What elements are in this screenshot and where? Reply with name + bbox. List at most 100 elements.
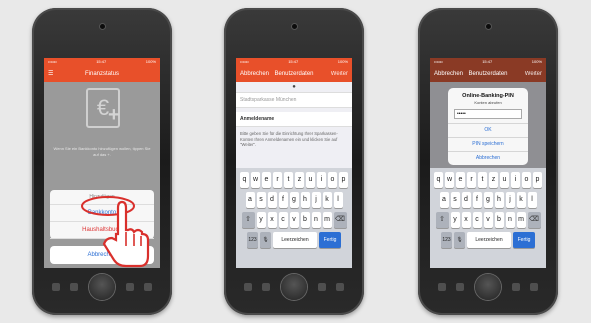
search-nav-icon[interactable]	[512, 283, 520, 291]
key[interactable]: u	[306, 172, 315, 188]
key[interactable]: b	[300, 212, 310, 228]
key[interactable]: m	[322, 212, 332, 228]
back-nav-icon[interactable]	[456, 283, 464, 291]
key[interactable]: p	[533, 172, 542, 188]
abbrechen-button[interactable]: Abbrechen	[434, 66, 463, 82]
key[interactable]: i	[511, 172, 520, 188]
weiter-button[interactable]: Weiter	[525, 66, 542, 82]
key[interactable]: h	[494, 192, 504, 208]
home-button[interactable]	[89, 274, 115, 300]
key[interactable]: e	[456, 172, 465, 188]
key[interactable]: g	[483, 192, 493, 208]
key[interactable]: f	[472, 192, 482, 208]
save-pin-button[interactable]: PIN speichern	[448, 137, 528, 151]
key[interactable]: b	[494, 212, 504, 228]
key[interactable]: a	[245, 192, 255, 208]
done-key[interactable]: Fertig	[319, 232, 341, 248]
key[interactable]: r	[273, 172, 282, 188]
space-key[interactable]: Leerzeichen	[273, 232, 317, 248]
key[interactable]: m	[516, 212, 526, 228]
backspace-key[interactable]: ⌫	[527, 212, 541, 228]
key[interactable]: y	[256, 212, 266, 228]
key[interactable]: e	[262, 172, 271, 188]
home-nav-icon[interactable]	[52, 283, 60, 291]
key[interactable]: v	[289, 212, 299, 228]
nav-bar: Abbrechen Benutzerdaten Weiter	[430, 66, 546, 82]
key[interactable]: x	[267, 212, 277, 228]
key[interactable]: s	[256, 192, 266, 208]
status-bar: •••oo 15:47 100%	[44, 58, 160, 66]
key[interactable]: l	[333, 192, 343, 208]
home-button[interactable]	[281, 274, 307, 300]
speaker	[291, 24, 297, 29]
key[interactable]: g	[289, 192, 299, 208]
key[interactable]: j	[311, 192, 321, 208]
key[interactable]: t	[478, 172, 487, 188]
shift-key[interactable]: ⇧	[241, 212, 255, 228]
key[interactable]: t	[284, 172, 293, 188]
keyboard-row-4: 123 🎙 Leerzeichen Fertig	[430, 232, 546, 248]
key[interactable]: k	[516, 192, 526, 208]
phone-bottom	[224, 274, 364, 308]
carrier: •••oo	[48, 59, 57, 64]
key[interactable]: x	[461, 212, 471, 228]
key[interactable]: s	[450, 192, 460, 208]
key[interactable]: z	[489, 172, 498, 188]
key[interactable]: n	[505, 212, 515, 228]
key[interactable]: l	[527, 192, 537, 208]
back-nav-icon[interactable]	[262, 283, 270, 291]
key[interactable]: z	[295, 172, 304, 188]
plus-icon[interactable]: +	[108, 104, 120, 127]
key[interactable]: r	[467, 172, 476, 188]
key[interactable]: f	[278, 192, 288, 208]
key[interactable]: k	[322, 192, 332, 208]
key[interactable]: c	[472, 212, 482, 228]
menu-icon[interactable]: ☰	[48, 66, 53, 82]
numbers-key[interactable]: 123	[441, 232, 452, 248]
search-nav-icon[interactable]	[318, 283, 326, 291]
help-text: Bitte geben Sie für die Einrichtung Ihre…	[240, 131, 338, 147]
key[interactable]: d	[461, 192, 471, 208]
login-name-field[interactable]: Anmeldename	[236, 112, 352, 127]
key[interactable]: j	[505, 192, 515, 208]
key[interactable]: o	[522, 172, 531, 188]
key[interactable]: d	[267, 192, 277, 208]
menu-nav-icon[interactable]	[144, 283, 152, 291]
home-nav-icon[interactable]	[438, 283, 446, 291]
search-nav-icon[interactable]	[126, 283, 134, 291]
key[interactable]: p	[339, 172, 348, 188]
key[interactable]: q	[434, 172, 443, 188]
key[interactable]: a	[439, 192, 449, 208]
done-key[interactable]: Fertig	[513, 232, 535, 248]
key[interactable]: v	[483, 212, 493, 228]
mic-icon[interactable]: 🎙	[260, 232, 271, 248]
key[interactable]: y	[450, 212, 460, 228]
menu-nav-icon[interactable]	[336, 283, 344, 291]
home-nav-icon[interactable]	[244, 283, 252, 291]
weiter-button[interactable]: Weiter	[331, 66, 348, 82]
key[interactable]: o	[328, 172, 337, 188]
key[interactable]: w	[251, 172, 260, 188]
nav-bar: Abbrechen Benutzerdaten Weiter	[236, 66, 352, 82]
key[interactable]: c	[278, 212, 288, 228]
backspace-key[interactable]: ⌫	[333, 212, 347, 228]
numbers-key[interactable]: 123	[247, 232, 258, 248]
key[interactable]: w	[445, 172, 454, 188]
key[interactable]: u	[500, 172, 509, 188]
pin-input[interactable]: •••••	[454, 109, 522, 119]
key[interactable]: i	[317, 172, 326, 188]
alert-cancel-button[interactable]: Abbrechen	[448, 151, 528, 165]
space-key[interactable]: Leerzeichen	[467, 232, 511, 248]
home-button[interactable]	[475, 274, 501, 300]
mic-icon[interactable]: 🎙	[454, 232, 465, 248]
abbrechen-button[interactable]: Abbrechen	[240, 66, 269, 82]
key[interactable]: h	[300, 192, 310, 208]
ok-button[interactable]: OK	[448, 123, 528, 137]
key[interactable]: n	[311, 212, 321, 228]
menu-nav-icon[interactable]	[530, 283, 538, 291]
back-nav-icon[interactable]	[70, 283, 78, 291]
clock: 15:47	[96, 59, 107, 64]
shift-key[interactable]: ⇧	[435, 212, 449, 228]
phone-bottom	[418, 274, 558, 308]
key[interactable]: q	[240, 172, 249, 188]
